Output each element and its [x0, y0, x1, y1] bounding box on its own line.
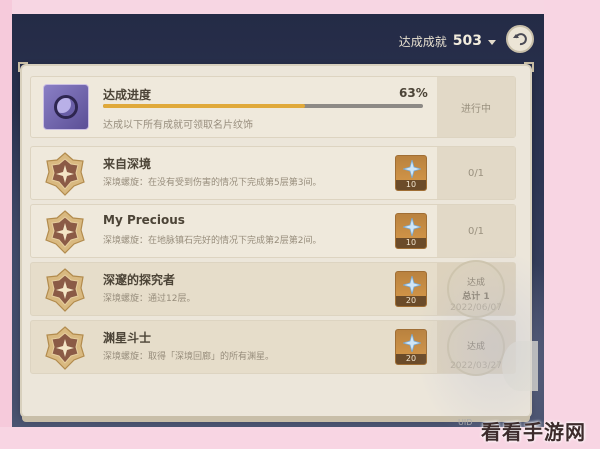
achievement-progress: 0/1: [437, 205, 515, 257]
progress-title: 达成进度: [103, 88, 152, 102]
primogem-reward: 10: [395, 155, 427, 191]
stamp-label: 达成: [466, 277, 485, 288]
primogem-reward: 20: [395, 329, 427, 365]
uid-label: UID: [458, 418, 473, 427]
primogem-icon: [401, 332, 423, 354]
progress-bar-fill: [103, 104, 305, 108]
achievement-title: 深邃的探究者: [103, 273, 176, 287]
stamp-total: 总计 1: [462, 291, 490, 302]
chevron-down-icon[interactable]: [488, 39, 496, 45]
panel-corner-ornament: [524, 62, 534, 72]
achievement-row[interactable]: 来自深境 深境螺旋：在没有受到伤害的情况下完成第5层第3间。 10 0/1: [30, 146, 516, 200]
completion-seal-icon: [447, 318, 505, 376]
game-screen: 达成成就 503 达成进度 63% 达成以下所有成就可领取名片纹饰 进行中 来自…: [12, 14, 544, 427]
panel-corner-ornament: [18, 62, 28, 72]
achievement-total-label: 达成成就: [398, 34, 447, 49]
achievement-description: 深境螺旋：在地脉镇石完好的情况下完成第2层第2间。: [103, 236, 322, 246]
reward-quantity: 10: [396, 180, 426, 190]
page-border-right: [544, 0, 600, 449]
achievement-medal-icon: [45, 268, 85, 312]
achievement-row[interactable]: 深邃的探究者 深境螺旋：通过12层。 20 达成 总计 1 2022/06/07: [30, 260, 516, 318]
achievement-completed-stamp: 达成 2022/03/27: [437, 318, 515, 376]
namecard-icon: [43, 84, 89, 130]
achievement-list[interactable]: 达成进度 63% 达成以下所有成就可领取名片纹饰 进行中 来自深境 深境螺旋：在…: [30, 76, 516, 378]
achievement-medal-icon: [45, 152, 85, 196]
completion-date: 2022/03/27: [450, 361, 502, 371]
site-watermark: 看看手游网: [481, 420, 586, 444]
reward-quantity: 20: [396, 354, 426, 364]
achievement-description: 深境螺旋：在没有受到伤害的情况下完成第5层第3间。: [103, 178, 322, 188]
primogem-reward: 20: [395, 271, 427, 307]
progress-description: 达成以下所有成就可领取名片纹饰: [103, 120, 253, 131]
reward-quantity: 10: [396, 238, 426, 248]
achievement-completed-stamp: 达成 总计 1 2022/06/07: [437, 260, 515, 318]
completion-date: 2022/06/07: [450, 303, 502, 313]
achievement-total[interactable]: 达成成就 503: [399, 30, 496, 52]
primogem-icon: [401, 216, 423, 238]
progress-percent: 63%: [399, 86, 428, 100]
progress-status: 进行中: [437, 77, 515, 137]
achievement-title: 来自深境: [103, 157, 152, 171]
completion-seal-icon: [447, 260, 505, 318]
achievement-medal-icon: [45, 326, 85, 370]
achievement-row[interactable]: 渊星斗士 深境螺旋：取得「深境回廊」的所有渊星。 20 达成 2022/03/2…: [30, 318, 516, 376]
scroll-handle[interactable]: [502, 341, 538, 391]
achievement-rows: 来自深境 深境螺旋：在没有受到伤害的情况下完成第5层第3间。 10 0/1 My…: [30, 146, 516, 376]
achievement-row[interactable]: My Precious 深境螺旋：在地脉镇石完好的情况下完成第2层第2间。 10…: [30, 204, 516, 258]
progress-bar: [103, 104, 423, 108]
achievement-title: My Precious: [103, 213, 185, 227]
achievement-title: 渊星斗士: [103, 331, 152, 345]
page-border-left: [0, 0, 12, 449]
stamp-label: 达成: [466, 342, 485, 352]
back-button[interactable]: [506, 25, 534, 53]
primogem-reward: 10: [395, 213, 427, 249]
primogem-icon: [401, 274, 423, 296]
panel-bottom-edge: [22, 416, 530, 422]
reward-quantity: 20: [396, 296, 426, 306]
category-progress-card[interactable]: 达成进度 63% 达成以下所有成就可领取名片纹饰 进行中: [30, 76, 516, 138]
achievement-progress: 0/1: [437, 147, 515, 199]
achievement-description: 深境螺旋：取得「深境回廊」的所有渊星。: [103, 352, 275, 362]
achievement-total-count: 503: [452, 33, 482, 49]
achievement-medal-icon: [45, 210, 85, 254]
primogem-icon: [401, 158, 423, 180]
achievement-description: 深境螺旋：通过12层。: [103, 294, 196, 304]
achievement-panel: 达成进度 63% 达成以下所有成就可领取名片纹饰 进行中 来自深境 深境螺旋：在…: [18, 62, 534, 422]
back-arrow-icon: [513, 33, 527, 46]
